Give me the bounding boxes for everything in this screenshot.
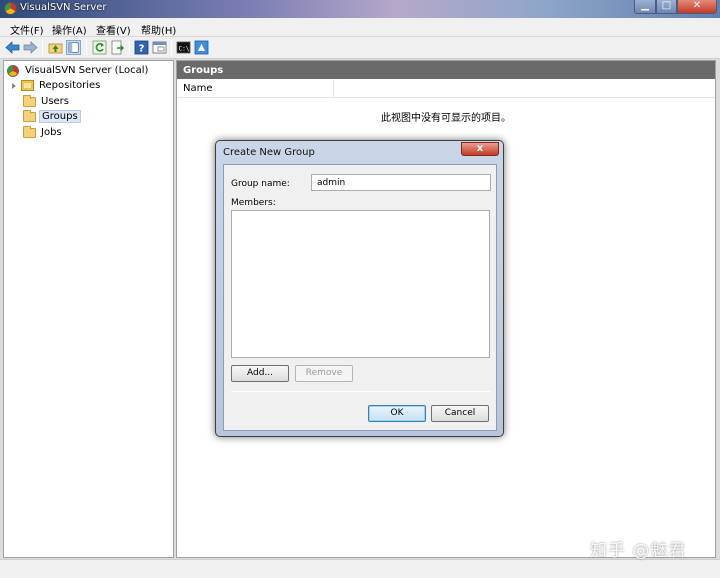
maximize-button[interactable]: □ — [656, 0, 677, 14]
menu-file[interactable]: 文件(F) — [10, 22, 44, 37]
expand-arrow-icon[interactable] — [12, 82, 16, 89]
window-title: VisualSVN Server — [20, 2, 107, 13]
svg-text:C:\: C:\ — [179, 46, 190, 53]
tree-item-groups[interactable]: Groups — [23, 109, 81, 124]
toolbar-separator — [171, 41, 172, 55]
menu-view[interactable]: 查看(V) — [96, 22, 131, 37]
refresh-icon[interactable] — [92, 40, 107, 55]
folder-icon — [23, 125, 36, 138]
azure-icon[interactable] — [194, 40, 209, 55]
menu-help[interactable]: 帮助(H) — [141, 22, 176, 37]
window-title-bar: VisualSVN Server ▁ □ ✕ — [0, 0, 720, 18]
tree-item-label: Repositories — [39, 80, 101, 91]
ok-button[interactable]: OK — [368, 405, 426, 422]
tree-item-label: Users — [41, 96, 70, 107]
watermark: 知乎 @魅君 — [590, 541, 687, 561]
tree-root-label: VisualSVN Server (Local) — [25, 65, 149, 76]
tree-item-label: Groups — [39, 110, 81, 123]
toolbar-separator — [42, 41, 43, 55]
close-icon: x — [476, 143, 484, 154]
visualsvn-logo-icon — [4, 2, 17, 15]
repositories-icon — [21, 80, 34, 91]
group-name-label: Group name: — [231, 179, 290, 189]
export-icon[interactable] — [110, 40, 125, 55]
members-list[interactable] — [231, 210, 490, 358]
tree-root-server[interactable]: VisualSVN Server (Local) — [7, 63, 150, 78]
add-member-button[interactable]: Add... — [231, 365, 289, 382]
tree-item-jobs[interactable]: Jobs — [23, 125, 64, 140]
forward-arrow-icon[interactable] — [23, 40, 38, 55]
column-header-name[interactable]: Name — [177, 80, 334, 98]
help-icon[interactable]: ? — [134, 40, 149, 55]
cancel-button[interactable]: Cancel — [431, 405, 489, 422]
tree-item-repositories[interactable]: Repositories — [12, 78, 102, 93]
minimize-button[interactable]: ▁ — [634, 0, 656, 14]
close-window-button[interactable]: ✕ — [677, 0, 717, 14]
create-new-group-dialog: Create New Group x Group name: Members: … — [215, 140, 504, 437]
show-hide-tree-icon[interactable] — [66, 40, 81, 55]
group-name-input[interactable] — [311, 174, 491, 191]
back-arrow-icon[interactable] — [5, 40, 20, 55]
svg-text:?: ? — [139, 44, 145, 55]
properties-icon[interactable] — [152, 40, 167, 55]
folder-icon — [23, 94, 36, 107]
empty-view-message: 此视图中没有可显示的项目。 — [381, 113, 511, 124]
tree-item-users[interactable]: Users — [23, 94, 71, 109]
dialog-divider — [231, 391, 490, 392]
status-bar — [0, 559, 720, 578]
console-icon[interactable]: C:\ — [176, 40, 191, 55]
view-header: Groups — [177, 61, 715, 79]
navigation-tree: VisualSVN Server (Local) Repositories Us… — [3, 60, 174, 558]
toolbar-separator — [86, 41, 87, 55]
toolbar: ? C:\ — [0, 37, 720, 59]
folder-icon — [23, 109, 36, 122]
up-folder-icon[interactable] — [48, 40, 63, 55]
menu-action[interactable]: 操作(A) — [52, 22, 87, 37]
dialog-title: Create New Group — [223, 147, 315, 158]
toolbar-separator — [129, 41, 130, 55]
visualsvn-server-icon — [7, 64, 19, 77]
members-label: Members: — [231, 198, 276, 208]
column-header-row: Name — [177, 80, 715, 98]
tree-item-label: Jobs — [41, 127, 62, 138]
remove-member-button[interactable]: Remove — [295, 365, 353, 382]
dialog-body: Group name: Members: Add... Remove OK Ca… — [223, 164, 497, 431]
dialog-close-button[interactable]: x — [461, 142, 499, 156]
menu-bar: 文件(F) 操作(A) 查看(V) 帮助(H) — [0, 18, 720, 37]
